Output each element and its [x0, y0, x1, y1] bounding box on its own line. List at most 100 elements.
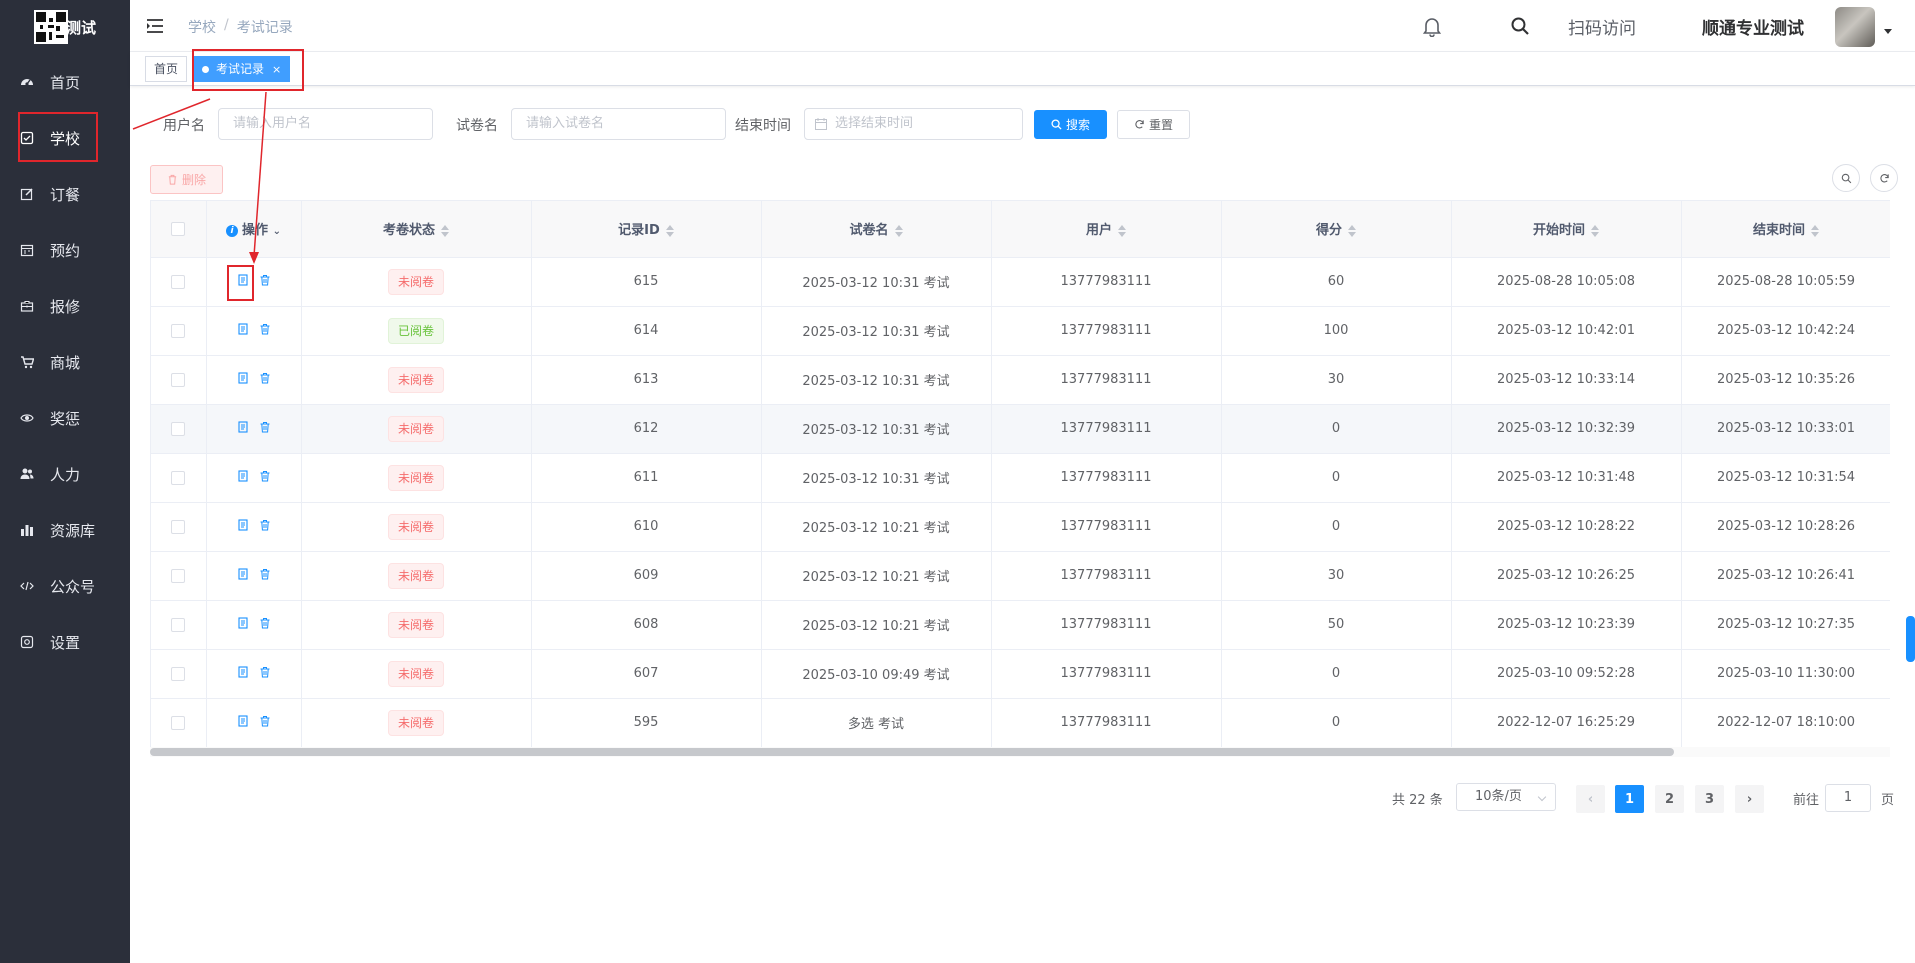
review-icon[interactable]	[237, 665, 249, 682]
sidebar-item-rewards[interactable]: 奖惩	[0, 390, 130, 446]
sidebar-item-meal[interactable]: 订餐	[0, 166, 130, 222]
prev-page-button[interactable]: ‹	[1576, 785, 1605, 813]
refresh-table-button[interactable]	[1870, 164, 1898, 192]
table-row[interactable]: 未阅卷 609 2025-03-12 10:21 考试 13777983111 30 20…	[151, 551, 1890, 601]
row-checkbox[interactable]	[171, 519, 186, 534]
sort-icon[interactable]	[894, 224, 903, 237]
sort-icon[interactable]	[1348, 224, 1356, 237]
review-icon[interactable]	[237, 322, 249, 339]
col-header-paper[interactable]: 试卷名	[761, 201, 992, 258]
trash-icon[interactable]	[259, 568, 271, 584]
row-checkbox[interactable]	[171, 421, 186, 436]
table-row[interactable]: 未阅卷 610 2025-03-12 10:21 考试 13777983111 0 202…	[151, 502, 1890, 552]
sort-icon[interactable]	[441, 224, 449, 237]
trash-icon[interactable]	[259, 421, 271, 437]
page-scrollbar[interactable]	[1906, 616, 1915, 662]
row-checkbox[interactable]	[171, 470, 186, 485]
trash-icon[interactable]	[259, 666, 271, 682]
select-all-checkbox[interactable]	[171, 221, 186, 236]
sort-icon[interactable]	[1811, 224, 1819, 237]
table-row[interactable]: 未阅卷 608 2025-03-12 10:21 考试 13777983111 50 20…	[151, 600, 1890, 650]
page-size-select[interactable]: 10条/页	[1456, 783, 1556, 811]
col-header-actions[interactable]: i 操作 ⌄	[206, 201, 302, 258]
sidebar-item-label: 订餐	[50, 185, 81, 204]
sidebar-item-school[interactable]: 学校	[0, 110, 130, 166]
search-icon[interactable]	[1509, 15, 1531, 41]
trash-icon[interactable]	[259, 372, 271, 388]
scan-access-link[interactable]: 扫码访问	[1568, 14, 1636, 39]
table-row[interactable]: 未阅卷 611 2025-03-12 10:31 考试 13777983111 0 202…	[151, 453, 1890, 503]
col-header-record-id[interactable]: 记录ID	[531, 201, 762, 258]
paper-name-input[interactable]: 请输入试卷名	[511, 108, 726, 140]
trash-icon[interactable]	[259, 519, 271, 535]
status-cell: 未阅卷	[301, 355, 532, 405]
exam-records-table: i 操作 ⌄ 考卷状态 记录ID 试卷名 用户 得分 开始时间 结束时间 未阅卷 6…	[150, 200, 1890, 757]
page-button-1[interactable]: 1	[1615, 785, 1644, 813]
horizontal-scrollbar[interactable]	[150, 748, 1674, 756]
close-icon[interactable]: ×	[272, 63, 281, 76]
row-checkbox[interactable]	[171, 274, 186, 289]
sidebar-item-home[interactable]: 首页	[0, 54, 130, 110]
review-icon[interactable]	[237, 714, 249, 731]
breadcrumb-item-school[interactable]: 学校	[188, 17, 216, 37]
hamburger-icon[interactable]	[146, 18, 164, 34]
page-button-3[interactable]: 3	[1695, 785, 1724, 813]
table-row[interactable]: 未阅卷 607 2025-03-10 09:49 考试 13777983111 0 202…	[151, 649, 1890, 699]
toggle-search-button[interactable]	[1832, 164, 1860, 192]
reset-button[interactable]: 重置	[1117, 110, 1190, 139]
user-name[interactable]: 顺通专业测试	[1702, 14, 1804, 39]
username-input[interactable]: 请输入用户名	[218, 108, 433, 140]
next-page-button[interactable]: ›	[1735, 785, 1764, 813]
page-button-2[interactable]: 2	[1655, 785, 1684, 813]
sort-icon[interactable]	[1591, 224, 1599, 237]
sort-icon[interactable]	[665, 224, 674, 237]
sidebar-item-resources[interactable]: 资源库	[0, 502, 130, 558]
row-checkbox[interactable]	[171, 372, 186, 387]
bell-icon[interactable]	[1421, 15, 1443, 41]
review-icon[interactable]	[237, 273, 249, 290]
col-header-score[interactable]: 得分	[1221, 201, 1452, 258]
review-icon[interactable]	[237, 469, 249, 486]
table-row[interactable]: 未阅卷 595 多选 考试 13777983111 0 2022-12-07 16:25:…	[151, 698, 1890, 748]
trash-icon[interactable]	[259, 470, 271, 486]
search-button[interactable]: 搜索	[1034, 110, 1107, 139]
review-icon[interactable]	[237, 371, 249, 388]
trash-icon[interactable]	[259, 323, 271, 339]
table-row[interactable]: 未阅卷 613 2025-03-12 10:31 考试 13777983111 30 20…	[151, 355, 1890, 405]
review-icon[interactable]	[237, 567, 249, 584]
sidebar-item-wechat[interactable]: 公众号	[0, 558, 130, 614]
row-checkbox[interactable]	[171, 617, 186, 632]
tag-home[interactable]: 首页	[145, 56, 188, 82]
table-row[interactable]: 已阅卷 614 2025-03-12 10:31 考试 13777983111 100 2…	[151, 306, 1890, 356]
delete-button[interactable]: 删除	[150, 165, 223, 194]
end-time-picker[interactable]: 选择结束时间	[804, 108, 1023, 140]
table-row[interactable]: 未阅卷 615 2025-03-12 10:31 考试 13777983111 60 20…	[151, 257, 1890, 307]
table-row[interactable]: 未阅卷 612 2025-03-12 10:31 考试 13777983111 0 202…	[151, 404, 1890, 454]
trash-icon[interactable]	[259, 715, 271, 731]
sidebar-item-repair[interactable]: 报修	[0, 278, 130, 334]
trash-icon[interactable]	[259, 617, 271, 633]
col-header-start-time[interactable]: 开始时间	[1451, 201, 1682, 258]
review-icon[interactable]	[237, 616, 249, 633]
trash-icon[interactable]	[259, 274, 271, 290]
row-checkbox[interactable]	[171, 323, 186, 338]
logo[interactable]: 测试	[0, 0, 130, 54]
sidebar-item-settings[interactable]: 设置	[0, 614, 130, 670]
avatar[interactable]	[1835, 7, 1875, 47]
col-header-end-time[interactable]: 结束时间	[1681, 201, 1890, 258]
col-header-user[interactable]: 用户	[991, 201, 1222, 258]
review-icon[interactable]	[237, 518, 249, 535]
sidebar-item-mall[interactable]: 商城	[0, 334, 130, 390]
review-icon[interactable]	[237, 420, 249, 437]
row-checkbox[interactable]	[171, 666, 186, 681]
goto-page-input[interactable]: 1	[1825, 784, 1871, 812]
sidebar-item-booking[interactable]: 预约	[0, 222, 130, 278]
end-time-cell: 2025-03-12 10:33:01	[1681, 404, 1890, 454]
tag-exam-records[interactable]: 考试记录 ×	[193, 56, 291, 82]
row-checkbox[interactable]	[171, 568, 186, 583]
col-header-status[interactable]: 考卷状态	[301, 201, 532, 258]
sidebar-item-hr[interactable]: 人力	[0, 446, 130, 502]
caret-down-icon[interactable]	[1884, 29, 1892, 34]
sort-icon[interactable]	[1118, 224, 1126, 237]
row-checkbox[interactable]	[171, 715, 186, 730]
